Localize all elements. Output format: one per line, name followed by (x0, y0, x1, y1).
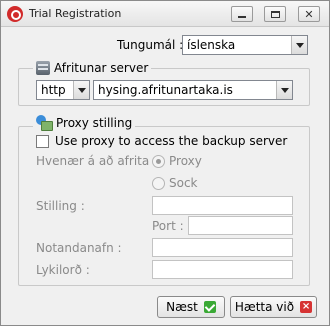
title-bar[interactable]: Trial Registration ✕ (1, 1, 329, 27)
when-label: Hvenær á að afrita : (36, 154, 158, 168)
setting-input[interactable] (152, 196, 293, 215)
chevron-down-icon[interactable] (73, 81, 89, 99)
maximize-icon (270, 10, 280, 18)
chevron-down-icon[interactable] (291, 36, 307, 54)
app-logo-icon (7, 6, 23, 22)
language-label: Tungumál : (117, 38, 184, 52)
protocol-select[interactable]: http (36, 80, 90, 100)
use-proxy-checkbox[interactable] (36, 134, 49, 148)
minimize-button[interactable] (231, 6, 253, 22)
window-title: Trial Registration (29, 7, 122, 20)
sock-radio-label[interactable]: Sock (169, 176, 198, 190)
language-select-value: íslenska (187, 38, 236, 52)
username-input[interactable] (152, 238, 293, 257)
maximize-button[interactable] (264, 6, 286, 22)
proxy-radio-option[interactable]: Proxy (152, 154, 202, 168)
server-group-legend: Afritunar server (33, 61, 152, 75)
use-proxy-label[interactable]: Use proxy to access the backup server (55, 134, 287, 148)
proxy-radio-label[interactable]: Proxy (169, 154, 202, 168)
sock-radio-option[interactable]: Sock (152, 176, 198, 190)
next-button[interactable]: Næst (157, 296, 225, 318)
proxy-icon (36, 115, 53, 131)
sock-radio[interactable] (152, 176, 165, 190)
trial-registration-window: Trial Registration ✕ Tungumál : íslenska… (0, 0, 330, 326)
close-icon: ✕ (304, 7, 314, 21)
server-icon (36, 61, 50, 75)
password-label: Lykilorð : (36, 263, 90, 277)
username-label: Notandanafn : (36, 241, 122, 255)
cancel-button[interactable]: Hætta við × (230, 296, 317, 318)
cancel-button-label: Hætta við (234, 300, 295, 314)
port-input[interactable] (188, 216, 293, 235)
cancel-x-icon: × (300, 301, 313, 313)
server-group-title: Afritunar server (54, 61, 149, 75)
proxy-radio[interactable] (152, 154, 165, 168)
server-host-value: hysing.afritunartaka.is (98, 83, 233, 97)
proxy-group-title: Proxy stilling (56, 115, 133, 130)
server-host-select[interactable]: hysing.afritunartaka.is (93, 80, 293, 100)
chevron-down-icon[interactable] (276, 81, 292, 99)
use-proxy-row[interactable]: Use proxy to access the backup server (36, 134, 287, 148)
next-button-label: Næst (166, 300, 198, 314)
protocol-select-value: http (41, 83, 66, 97)
minimize-icon (238, 16, 246, 18)
port-label: Port : (152, 219, 184, 233)
close-button[interactable]: ✕ (298, 6, 320, 22)
checkmark-icon (203, 301, 216, 313)
language-select[interactable]: íslenska (182, 35, 308, 55)
proxy-group-legend: Proxy stilling (33, 115, 136, 131)
password-input[interactable] (152, 260, 293, 279)
setting-label: Stilling : (36, 199, 85, 213)
